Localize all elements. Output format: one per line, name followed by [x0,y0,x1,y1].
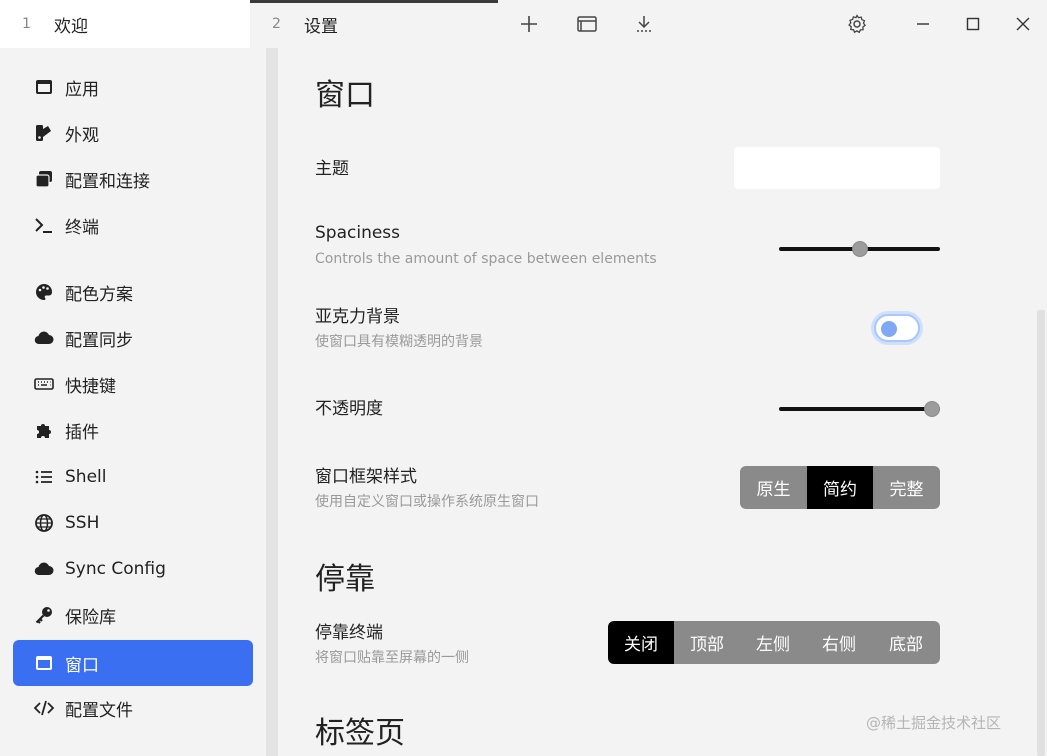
sidebar-item-label: Sync Config [65,559,166,579]
spaciness-label: Spaciness [315,223,401,243]
sidebar-item-label: 配置文件 [65,700,133,721]
sidebar-item-label: 配置同步 [65,330,133,351]
tab-settings[interactable]: 2 设置 [250,0,498,48]
key-icon [33,604,55,626]
tab-label: 设置 [304,16,338,37]
palette-icon [33,281,55,303]
sidebar-item-label: 保险库 [65,607,116,628]
content-scrollbar[interactable] [1035,48,1047,756]
profiles-icon [33,168,55,190]
sidebar-item-app[interactable]: 应用 [13,64,253,110]
tab-number: 2 [272,16,281,32]
sidebar-item-label: 终端 [65,217,99,238]
tab-number: 1 [22,16,31,32]
sidebar-item-label: 应用 [65,79,99,100]
window-icon [33,652,55,674]
code-icon [33,697,55,719]
dock-option-left[interactable]: 左侧 [740,621,806,664]
minimize-icon[interactable] [910,11,936,37]
window-icon[interactable] [574,11,600,37]
keyboard-icon [33,373,55,395]
sidebar-item-label: 快捷键 [65,376,116,397]
acrylic-desc: 使窗口具有模糊透明的背景 [315,334,483,350]
theme-label: 主题 [315,159,349,179]
title-bar: 1 欢迎 2 设置 [0,0,1047,48]
dock-segmented: 关闭 顶部 左侧 右侧 底部 [608,621,940,664]
sidebar-item-terminal[interactable]: 终端 [13,202,253,248]
acrylic-toggle[interactable] [871,311,923,345]
sidebar-item-label: 窗口 [65,655,99,676]
dock-option-bottom[interactable]: 底部 [872,621,940,664]
dock-option-off[interactable]: 关闭 [608,621,674,664]
cloud-icon [33,327,55,349]
dock-option-right[interactable]: 右侧 [806,621,872,664]
opacity-slider[interactable] [779,399,940,419]
sidebar-item-label: 配色方案 [65,284,133,305]
dock-option-top[interactable]: 顶部 [674,621,740,664]
maximize-icon[interactable] [960,11,986,37]
close-icon[interactable] [1010,11,1036,37]
plus-icon[interactable] [516,11,542,37]
puzzle-icon [33,419,55,441]
section-title-window: 窗口 [315,78,375,113]
sidebar-item-profiles[interactable]: 配置和连接 [13,156,253,202]
sidebar-item-color-scheme[interactable]: 配色方案 [13,269,253,315]
app-window-icon [33,76,55,98]
dock-label: 停靠终端 [315,623,383,643]
gear-icon[interactable] [844,11,870,37]
download-icon[interactable] [631,11,657,37]
globe-icon [33,512,55,534]
sidebar-divider [266,48,278,756]
frame-style-segmented: 原生 简约 完整 [740,466,940,509]
toggle-knob [881,321,897,337]
slider-knob[interactable] [852,241,868,257]
sidebar-item-vault[interactable]: 保险库 [13,592,253,638]
swatch-icon [33,122,55,144]
theme-select[interactable] [734,147,940,189]
opacity-label: 不透明度 [315,399,383,419]
sidebar-item-label: 配置和连接 [65,171,150,192]
sidebar-item-label: 外观 [65,125,99,146]
sidebar-item-shell[interactable]: Shell [13,454,253,500]
sidebar-item-hotkeys[interactable]: 快捷键 [13,361,253,407]
sidebar-item-plugins[interactable]: 插件 [13,407,253,453]
tab-welcome[interactable]: 1 欢迎 [0,0,250,48]
sidebar-item-window[interactable]: 窗口 [13,640,253,686]
frame-style-label: 窗口框架样式 [315,467,417,487]
settings-content: 窗口 主题 Spaciness Controls the amount of s… [278,48,1035,756]
spaciness-slider[interactable] [779,239,940,259]
slider-knob[interactable] [924,401,940,417]
frame-option-native[interactable]: 原生 [740,466,807,509]
dock-desc: 将窗口贴靠至屏幕的一侧 [315,650,469,666]
sidebar-item-config-sync[interactable]: 配置同步 [13,315,253,361]
frame-option-thin[interactable]: 简约 [807,466,873,509]
watermark: @稀土掘金技术社区 [866,714,1002,732]
sidebar-item-label: Shell [65,467,107,487]
terminal-icon [33,214,55,236]
scrollbar-thumb[interactable] [1037,310,1045,756]
sidebar-item-sync-config[interactable]: Sync Config [13,546,253,592]
frame-option-full[interactable]: 完整 [873,466,940,509]
list-icon [33,466,55,488]
sidebar-item-ssh[interactable]: SSH [13,500,253,546]
sidebar-item-label: SSH [65,513,100,533]
frame-style-desc: 使用自定义窗口或操作系统原生窗口 [315,494,539,510]
section-title-tabs: 标签页 [315,716,405,751]
spaciness-desc: Controls the amount of space between ele… [315,251,657,267]
cloud-icon [33,558,55,580]
settings-sidebar: 应用 外观 配置和连接 终端 配色方案 配置同步 快捷键 插件 Shell SS… [0,48,266,756]
tab-label: 欢迎 [54,16,88,37]
acrylic-label: 亚克力背景 [315,307,400,327]
sidebar-item-label: 插件 [65,422,99,443]
sidebar-item-appearance[interactable]: 外观 [13,110,253,156]
sidebar-item-config-file[interactable]: 配置文件 [13,685,253,731]
section-title-dock: 停靠 [315,562,375,597]
